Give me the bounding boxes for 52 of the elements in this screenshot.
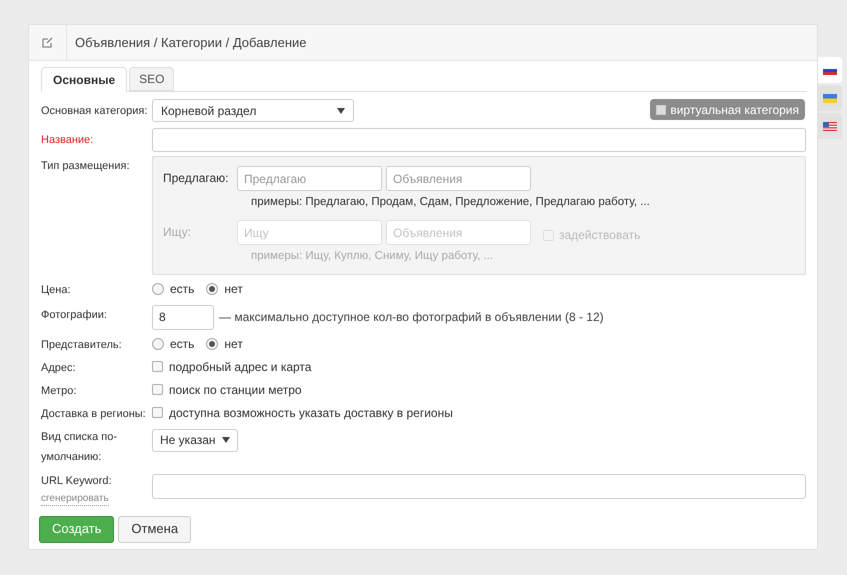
text-field[interactable]: Предлагаю	[237, 166, 382, 191]
radio-button[interactable]	[206, 338, 218, 350]
field-label: Основная категория:	[41, 105, 148, 117]
caret-icon	[337, 108, 345, 114]
radio-label: нет	[224, 336, 243, 352]
cancel-button[interactable]: Отмена	[118, 516, 192, 542]
field-label: Адрес:	[41, 362, 76, 374]
photo-count-field[interactable]: 8	[152, 304, 214, 330]
breadcrumb: Объявления / Категории / Добавление	[75, 34, 307, 52]
hint-text: — максимально доступное кол-во фотографий в объявлении (8 - 12)	[219, 309, 604, 326]
checkbox[interactable]	[656, 104, 666, 114]
checkbox-label: доступна возможность указать доставку в регионы	[169, 404, 453, 422]
field-label: Метро:	[41, 384, 76, 396]
checkbox[interactable]	[152, 384, 163, 395]
field-label: Вид списка по-умолчанию:	[41, 430, 118, 464]
category-select[interactable]: Корневой раздел	[152, 99, 354, 122]
generate-link[interactable]: сгенерировать	[41, 492, 109, 506]
flag-icon	[823, 122, 837, 130]
language-tab[interactable]	[818, 57, 842, 83]
radio-label: есть	[170, 280, 194, 298]
name-field[interactable]	[152, 128, 806, 152]
radio-label: нет	[224, 280, 243, 298]
examples-text: примеры: Предлагаю, Продам, Сдам, Предложение, Предлагаю работу, ...	[250, 195, 651, 210]
language-tab[interactable]	[818, 113, 842, 139]
field-label: Доставка в регионы:	[41, 408, 146, 420]
checkbox[interactable]	[152, 407, 163, 418]
text-field[interactable]: Объявления	[386, 166, 531, 191]
checkbox[interactable]	[152, 361, 163, 372]
group-label: Ищу:	[163, 224, 192, 242]
checkbox-label: задействовать	[559, 227, 640, 244]
field-label: Название:	[41, 134, 94, 146]
radio-button[interactable]	[152, 282, 164, 294]
checkbox-label: виртуальная категория	[670, 102, 799, 118]
examples-text: примеры: Ищу, Куплю, Сниму, Ищу работу, ...	[250, 249, 494, 264]
list-view-select[interactable]: Не указан	[152, 428, 238, 452]
flag-icon	[823, 94, 837, 102]
field-label: URL Keyword:	[41, 474, 112, 488]
field-label: Представитель:	[41, 338, 122, 350]
checkbox-label: поиск по станции метро	[169, 382, 302, 398]
checkbox-label: подробный адрес и карта	[169, 358, 312, 376]
tab[interactable]: Основные	[41, 67, 128, 92]
tab[interactable]: SEO	[129, 67, 174, 91]
edit-icon	[42, 37, 53, 48]
url-keyword-field[interactable]	[152, 474, 806, 498]
radio-button[interactable]	[206, 282, 218, 294]
group-label: Предлагаю:	[163, 170, 230, 187]
field-label: Тип размещения:	[41, 160, 130, 172]
radio-button[interactable]	[152, 338, 164, 350]
field-label: Фотографии:	[41, 308, 107, 320]
caret-icon	[222, 437, 230, 443]
radio-label: есть	[170, 336, 194, 352]
field-label: Цена:	[41, 284, 71, 296]
